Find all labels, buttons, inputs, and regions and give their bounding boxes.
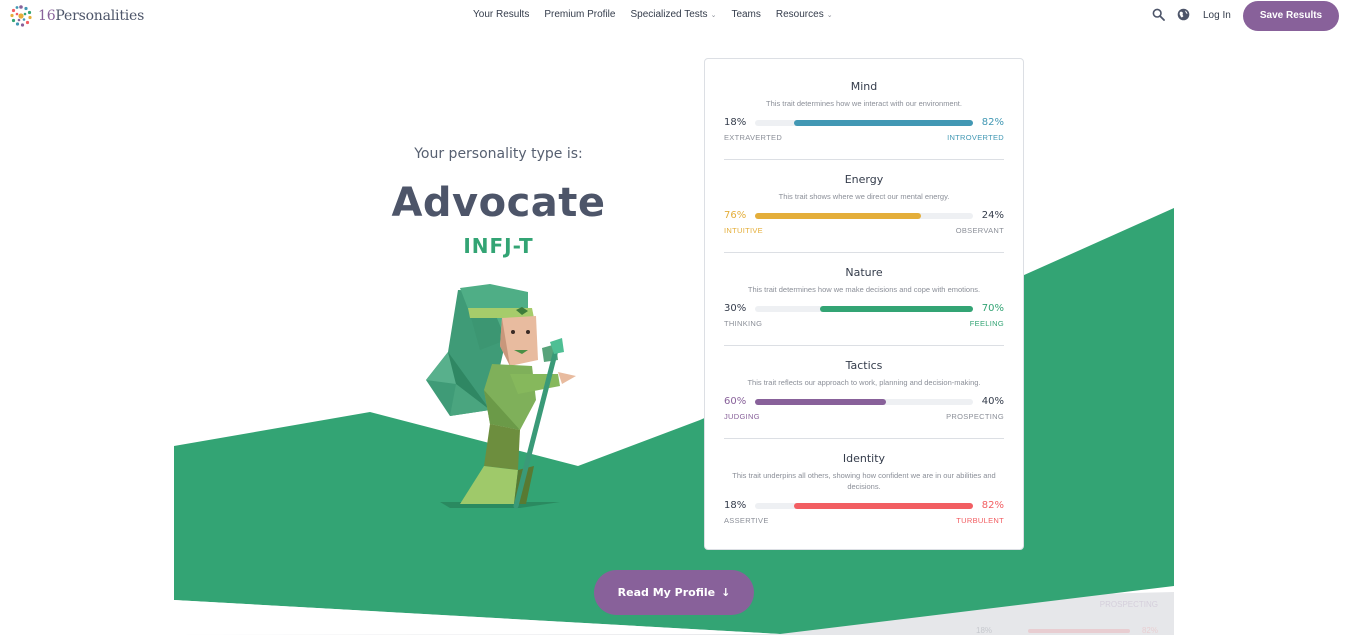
personality-type-name: Advocate: [391, 180, 606, 226]
trait-description: This trait determines how we interact wi…: [766, 99, 962, 108]
personality-type-code: INFJ-T: [463, 234, 534, 258]
trait-energy: Energy This trait shows where we direct …: [724, 172, 1004, 236]
ghost-right-percent: 82%: [1141, 626, 1158, 635]
trait-bar: [755, 120, 973, 126]
divider: [724, 252, 1004, 253]
trait-right-label: FEELING: [969, 319, 1004, 328]
arrow-down-icon: ↓: [721, 586, 731, 599]
trait-title: Energy: [844, 173, 884, 186]
faded-trait-preview: PROSPECTING 18% 82%: [966, 592, 1174, 635]
ghost-bar: [1028, 629, 1130, 633]
trait-left-percent: 30%: [724, 303, 747, 314]
trait-nature: Nature This trait determines how we make…: [724, 265, 1004, 329]
trait-bar: [755, 306, 973, 312]
ghost-label: PROSPECTING: [1099, 600, 1158, 609]
read-profile-button[interactable]: Read My Profile ↓: [594, 570, 754, 615]
trait-right-percent: 70%: [981, 303, 1004, 314]
trait-title: Mind: [850, 80, 878, 93]
trait-title: Identity: [842, 452, 886, 465]
divider: [724, 345, 1004, 346]
trait-right-label: INTROVERTED: [947, 133, 1004, 142]
trait-bar: [755, 399, 973, 405]
trait-bar-fill: [794, 503, 973, 509]
trait-bar-fill: [820, 306, 973, 312]
background-shapes: [174, 208, 1174, 635]
traits-card: Mind This trait determines how we intera…: [704, 58, 1024, 550]
trait-left-label: JUDGING: [724, 412, 760, 421]
divider: [724, 438, 1004, 439]
trait-left-label: EXTRAVERTED: [724, 133, 783, 142]
trait-left-label: THINKING: [724, 319, 763, 328]
trait-bar: [755, 503, 973, 509]
personality-intro-text: Your personality type is:: [414, 146, 583, 162]
trait-title: Nature: [845, 266, 883, 279]
trait-bar-fill: [794, 120, 973, 126]
trait-right-label: PROSPECTING: [946, 412, 1004, 421]
trait-right-percent: 24%: [981, 210, 1004, 221]
trait-left-label: ASSERTIVE: [724, 516, 769, 525]
trait-description: This trait underpins all others, showing…: [732, 471, 996, 491]
trait-tactics: Tactics This trait reflects our approach…: [724, 358, 1004, 422]
advocate-character-illustration: [426, 284, 576, 509]
trait-description: This trait reflects our approach to work…: [747, 378, 981, 387]
trait-left-percent: 18%: [724, 500, 747, 511]
ghost-left-percent: 18%: [976, 626, 993, 635]
trait-left-percent: 18%: [724, 117, 747, 128]
trait-identity: Identity This trait underpins all others…: [724, 451, 1004, 526]
trait-right-percent: 40%: [981, 396, 1004, 407]
trait-right-percent: 82%: [981, 500, 1004, 511]
trait-left-label: INTUITIVE: [724, 226, 763, 235]
trait-mind: Mind This trait determines how we intera…: [724, 79, 1004, 143]
trait-bar-fill: [755, 213, 921, 219]
read-profile-label: Read My Profile: [617, 586, 716, 599]
trait-left-percent: 60%: [724, 396, 747, 407]
trait-title: Tactics: [845, 359, 883, 372]
divider: [724, 159, 1004, 160]
trait-right-label: OBSERVANT: [955, 226, 1004, 235]
trait-right-label: TURBULENT: [956, 516, 1004, 525]
trait-bar: [755, 213, 973, 219]
trait-description: This trait shows where we direct our men…: [778, 192, 950, 201]
trait-bar-fill: [755, 399, 886, 405]
trait-left-percent: 76%: [724, 210, 747, 221]
trait-description: This trait determines how we make decisi…: [747, 285, 981, 294]
trait-right-percent: 82%: [981, 117, 1004, 128]
